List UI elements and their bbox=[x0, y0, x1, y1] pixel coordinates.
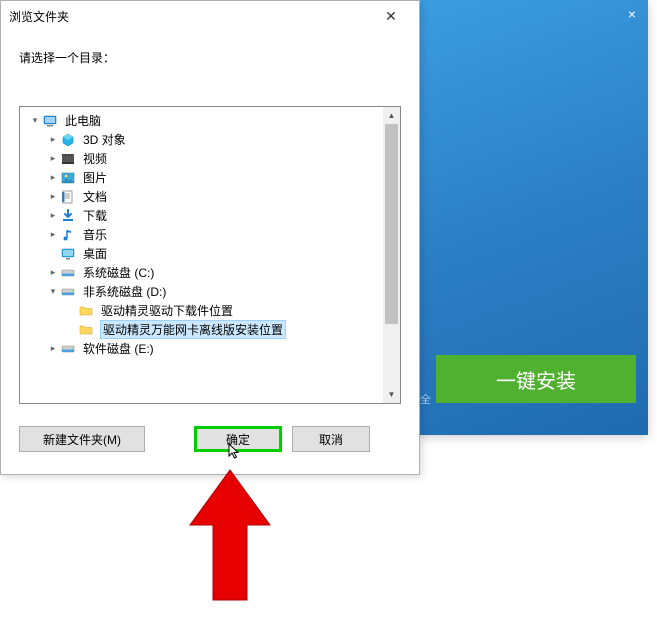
scroll-down-arrow[interactable]: ▼ bbox=[383, 386, 400, 403]
tree-expand-spacer bbox=[64, 304, 78, 318]
tree-item-folder-dl[interactable]: 驱动精灵驱动下载件位置 bbox=[20, 301, 383, 320]
tree-expand-closed-icon[interactable]: ▸ bbox=[46, 190, 60, 204]
one-click-install-button[interactable]: 一键安装 bbox=[436, 355, 636, 403]
vertical-scrollbar[interactable]: ▲ ▼ bbox=[383, 107, 400, 403]
pic-icon bbox=[60, 170, 76, 186]
tree-expand-open-icon[interactable]: ▾ bbox=[28, 114, 42, 128]
tree-item-label: 音乐 bbox=[80, 226, 110, 243]
tree-item-label: 3D 对象 bbox=[80, 131, 129, 148]
drive-icon bbox=[60, 284, 76, 300]
video-icon bbox=[60, 151, 76, 167]
tree-expand-closed-icon[interactable]: ▸ bbox=[46, 342, 60, 356]
scroll-up-arrow[interactable]: ▲ bbox=[383, 107, 400, 124]
folder-icon bbox=[78, 303, 94, 319]
doc-icon bbox=[60, 189, 76, 205]
red-annotation-arrow-icon bbox=[185, 465, 275, 605]
tree-item-label: 非系统磁盘 (D:) bbox=[80, 283, 169, 300]
tree-item-music[interactable]: ▸ 音乐 bbox=[20, 225, 383, 244]
folder-tree-container: ▾此电脑▸3D 对象▸视频▸图片▸文档▸下载▸音乐桌面▸系统磁盘 (C:)▾非系… bbox=[19, 106, 401, 404]
tree-item-desktop[interactable]: 桌面 bbox=[20, 244, 383, 263]
tree-expand-closed-icon[interactable]: ▸ bbox=[46, 209, 60, 223]
new-folder-button[interactable]: 新建文件夹(M) bbox=[19, 426, 145, 452]
download-icon bbox=[60, 208, 76, 224]
installer-hint-text: 全 bbox=[420, 391, 431, 407]
tree-item-label: 图片 bbox=[80, 169, 110, 186]
tree-item-drive-c[interactable]: ▸ 系统磁盘 (C:) bbox=[20, 263, 383, 282]
music-icon bbox=[60, 227, 76, 243]
folder-icon bbox=[78, 322, 94, 338]
tree-expand-closed-icon[interactable]: ▸ bbox=[46, 266, 60, 280]
tree-expand-spacer bbox=[46, 247, 60, 261]
tree-item-label: 视频 bbox=[80, 150, 110, 167]
dialog-titlebar: 浏览文件夹 ✕ bbox=[1, 1, 419, 31]
tree-item-label: 系统磁盘 (C:) bbox=[80, 264, 157, 281]
tree-expand-closed-icon[interactable]: ▸ bbox=[46, 152, 60, 166]
tree-expand-spacer bbox=[64, 323, 78, 337]
installer-close-button[interactable]: × bbox=[624, 6, 640, 22]
tree-expand-closed-icon[interactable]: ▸ bbox=[46, 133, 60, 147]
folder-tree[interactable]: ▾此电脑▸3D 对象▸视频▸图片▸文档▸下载▸音乐桌面▸系统磁盘 (C:)▾非系… bbox=[20, 107, 383, 362]
tree-item-3d-objects[interactable]: ▸ 3D 对象 bbox=[20, 130, 383, 149]
dialog-prompt: 请选择一个目录： bbox=[1, 31, 419, 76]
installer-titlebar: × bbox=[408, 0, 648, 30]
ok-button[interactable]: 确定 bbox=[194, 426, 282, 452]
tree-item-documents[interactable]: ▸ 文档 bbox=[20, 187, 383, 206]
tree-item-videos[interactable]: ▸ 视频 bbox=[20, 149, 383, 168]
desktop-icon bbox=[60, 246, 76, 262]
tree-item-label: 下载 bbox=[80, 207, 110, 224]
tree-expand-open-icon[interactable]: ▾ bbox=[46, 285, 60, 299]
tree-item-label: 文档 bbox=[80, 188, 110, 205]
3d-icon bbox=[60, 132, 76, 148]
tree-item-label: 桌面 bbox=[80, 245, 110, 262]
tree-item-drive-e[interactable]: ▸ 软件磁盘 (E:) bbox=[20, 339, 383, 358]
tree-item-label: 软件磁盘 (E:) bbox=[80, 340, 157, 357]
tree-expand-closed-icon[interactable]: ▸ bbox=[46, 228, 60, 242]
installer-window-behind: × 全 一键安装 bbox=[408, 0, 648, 435]
browse-folder-dialog: 浏览文件夹 ✕ 请选择一个目录： ▾此电脑▸3D 对象▸视频▸图片▸文档▸下载▸… bbox=[0, 0, 420, 475]
tree-item-drive-d[interactable]: ▾ 非系统磁盘 (D:) bbox=[20, 282, 383, 301]
tree-item-label: 驱动精灵驱动下载件位置 bbox=[98, 302, 236, 319]
dialog-close-button[interactable]: ✕ bbox=[371, 4, 411, 28]
drive-icon bbox=[60, 341, 76, 357]
scrollbar-thumb[interactable] bbox=[385, 124, 398, 324]
dialog-title: 浏览文件夹 bbox=[9, 8, 69, 25]
tree-item-label: 此电脑 bbox=[62, 112, 104, 129]
cancel-button[interactable]: 取消 bbox=[292, 426, 370, 452]
dialog-button-row: 新建文件夹(M) 确定 取消 bbox=[1, 416, 419, 470]
tree-expand-closed-icon[interactable]: ▸ bbox=[46, 171, 60, 185]
pc-icon bbox=[42, 113, 58, 129]
tree-item-this-pc[interactable]: ▾ 此电脑 bbox=[20, 111, 383, 130]
tree-item-pictures[interactable]: ▸ 图片 bbox=[20, 168, 383, 187]
tree-item-label: 驱动精灵万能网卡离线版安装位置 bbox=[100, 320, 286, 339]
drive-icon bbox=[60, 265, 76, 281]
tree-item-folder-install[interactable]: 驱动精灵万能网卡离线版安装位置 bbox=[20, 320, 383, 339]
tree-item-downloads[interactable]: ▸ 下载 bbox=[20, 206, 383, 225]
